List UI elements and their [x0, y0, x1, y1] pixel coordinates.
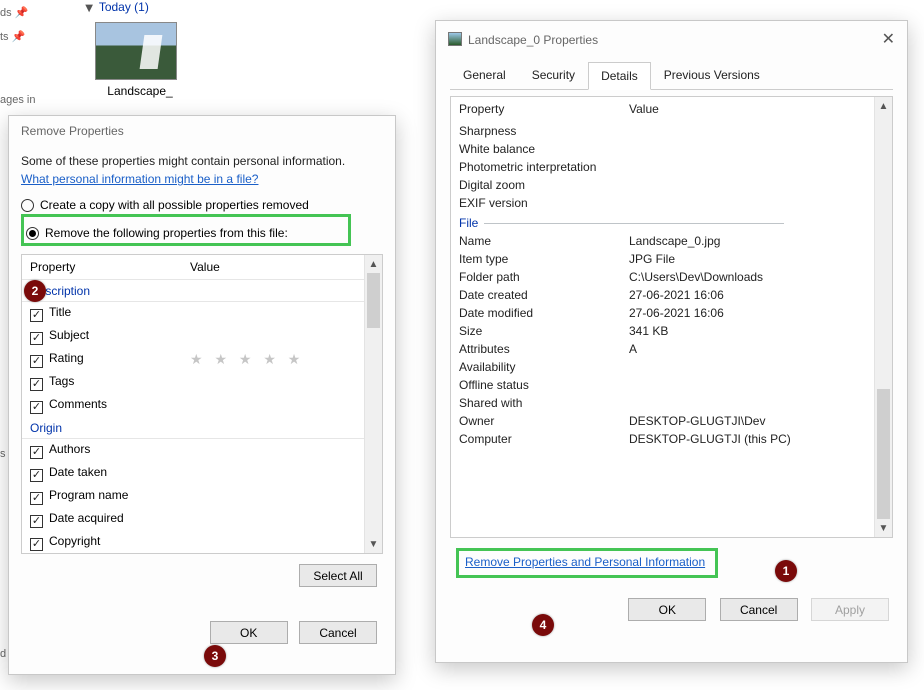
table-row[interactable]: Date created27-06-2021 16:06: [451, 286, 874, 304]
ok-button[interactable]: OK: [628, 598, 706, 621]
rating-stars[interactable]: ★ ★ ★ ★ ★: [190, 351, 304, 367]
section-file: File: [451, 212, 874, 232]
table-row[interactable]: ComputerDESKTOP-GLUGTJI (this PC): [451, 430, 874, 448]
dialog-title: Landscape_0 Properties: [468, 33, 598, 47]
bg-text: s: [0, 448, 6, 460]
checkbox-icon[interactable]: [30, 515, 43, 528]
section-description: Description: [22, 280, 364, 302]
list-item[interactable]: Comments: [22, 394, 364, 417]
bg-text: ages in: [0, 94, 35, 106]
tab-previous-versions[interactable]: Previous Versions: [651, 61, 773, 89]
radio-create-copy[interactable]: Create a copy with all possible properti…: [21, 198, 383, 212]
ok-button[interactable]: OK: [210, 621, 288, 644]
table-row[interactable]: Photometric interpretation: [451, 158, 874, 176]
annotation-3: 3: [204, 645, 226, 667]
radio-icon: [26, 227, 39, 240]
apply-button: Apply: [811, 598, 889, 621]
table-row[interactable]: Digital zoom: [451, 176, 874, 194]
table-row[interactable]: AttributesA: [451, 340, 874, 358]
intro-text: Some of these properties might contain p…: [21, 154, 383, 168]
bg-text: ts 📌: [0, 30, 25, 43]
chevron-down-icon: ▶: [83, 5, 94, 13]
scroll-thumb[interactable]: [367, 273, 380, 328]
scroll-down-icon[interactable]: ▼: [365, 535, 382, 553]
column-header-property[interactable]: Property: [22, 255, 182, 280]
annotation-4: 4: [532, 614, 554, 636]
table-row[interactable]: OwnerDESKTOP-GLUGTJI\Dev: [451, 412, 874, 430]
tab-strip: General Security Details Previous Versio…: [450, 61, 893, 90]
annotation-2: 2: [24, 280, 46, 302]
list-item[interactable]: Date taken: [22, 462, 364, 485]
list-item[interactable]: Title: [22, 302, 364, 326]
tab-details[interactable]: Details: [588, 62, 651, 90]
column-header-property[interactable]: Property: [451, 97, 621, 122]
checkbox-icon[interactable]: [30, 401, 43, 414]
annotation-1: 1: [775, 560, 797, 582]
list-item[interactable]: Copyright: [22, 531, 364, 554]
remove-properties-link[interactable]: Remove Properties and Personal Informati…: [465, 555, 705, 569]
list-item[interactable]: Tags: [22, 371, 364, 394]
table-row[interactable]: Shared with: [451, 394, 874, 412]
column-header-value[interactable]: Value: [182, 255, 364, 280]
tab-general[interactable]: General: [450, 61, 519, 89]
scroll-thumb[interactable]: [877, 389, 890, 519]
list-item[interactable]: Subject: [22, 325, 364, 348]
table-row[interactable]: White balance: [451, 140, 874, 158]
checkbox-icon[interactable]: [30, 492, 43, 505]
checkbox-icon[interactable]: [30, 446, 43, 459]
table-row[interactable]: Item typeJPG File: [451, 250, 874, 268]
select-all-button[interactable]: Select All: [299, 564, 377, 587]
table-row[interactable]: Folder pathC:\Users\Dev\Downloads: [451, 268, 874, 286]
details-list: Property Value Sharpness White balance P…: [450, 96, 893, 538]
file-icon: [448, 32, 462, 46]
scrollbar[interactable]: ▲ ▼: [364, 255, 382, 553]
file-properties-dialog: Landscape_0 Properties ✕ General Securit…: [435, 20, 908, 663]
scrollbar[interactable]: ▲ ▼: [874, 97, 892, 537]
remove-properties-dialog: Remove Properties Some of these properti…: [8, 115, 396, 675]
thumbnail-label: Landscape_: [95, 84, 185, 98]
list-item[interactable]: Rating★ ★ ★ ★ ★: [22, 348, 364, 371]
radio-label: Remove the following properties from thi…: [45, 226, 288, 240]
close-icon[interactable]: ✕: [882, 29, 895, 49]
scroll-up-icon[interactable]: ▲: [875, 97, 892, 115]
table-row[interactable]: NameLandscape_0.jpg: [451, 232, 874, 250]
table-row[interactable]: EXIF version: [451, 194, 874, 212]
table-row[interactable]: Availability: [451, 358, 874, 376]
table-row[interactable]: Size341 KB: [451, 322, 874, 340]
radio-remove-following[interactable]: Remove the following properties from thi…: [26, 226, 288, 240]
scroll-down-icon[interactable]: ▼: [875, 519, 892, 537]
cancel-button[interactable]: Cancel: [299, 621, 377, 644]
cancel-button[interactable]: Cancel: [720, 598, 798, 621]
scroll-up-icon[interactable]: ▲: [365, 255, 382, 273]
checkbox-icon[interactable]: [30, 538, 43, 551]
column-header-value[interactable]: Value: [621, 97, 874, 122]
bg-text: ds 📌: [0, 6, 28, 19]
bg-text: d: [0, 648, 6, 660]
thumbnail-image[interactable]: [95, 22, 177, 80]
tab-security[interactable]: Security: [519, 61, 588, 89]
checkbox-icon[interactable]: [30, 309, 43, 322]
checkbox-icon[interactable]: [30, 469, 43, 482]
checkbox-icon[interactable]: [30, 355, 43, 368]
table-row[interactable]: Sharpness: [451, 122, 874, 140]
list-item[interactable]: Program name: [22, 485, 364, 508]
checkbox-icon[interactable]: [30, 378, 43, 391]
list-item[interactable]: Date acquired: [22, 508, 364, 531]
explorer-group-today[interactable]: ▶ Today (1) ✓ Landscape_: [85, 0, 185, 98]
table-row[interactable]: Offline status: [451, 376, 874, 394]
properties-list: Property Value Description Title Subject…: [21, 254, 383, 554]
dialog-title: Remove Properties: [21, 124, 124, 138]
section-origin: Origin: [22, 417, 364, 439]
radio-label: Create a copy with all possible properti…: [40, 198, 309, 212]
group-label: Today (1): [99, 0, 149, 14]
table-row[interactable]: Date modified27-06-2021 16:06: [451, 304, 874, 322]
list-item[interactable]: Authors: [22, 439, 364, 463]
radio-icon: [21, 199, 34, 212]
info-link[interactable]: What personal information might be in a …: [21, 172, 258, 186]
checkbox-icon[interactable]: [30, 332, 43, 345]
